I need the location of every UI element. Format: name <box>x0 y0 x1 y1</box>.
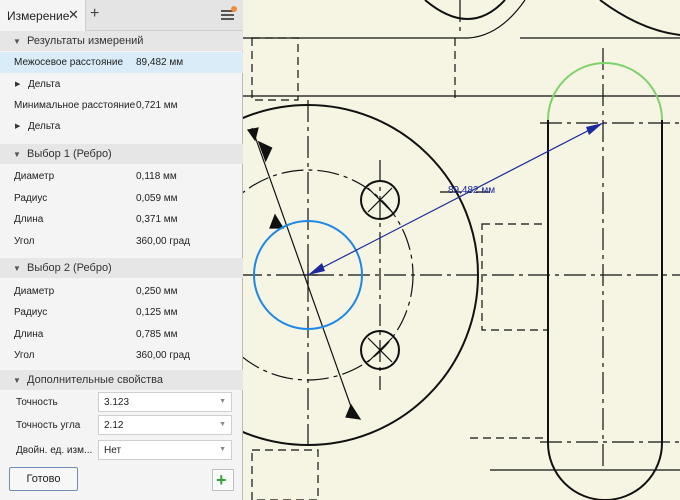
row-value: 0,371 мм <box>136 214 178 225</box>
sel1-row-angle[interactable]: Угол 360,00 град <box>0 231 243 252</box>
row-label: Радиус <box>14 193 48 204</box>
collapse-arrow-icon[interactable]: ▼ <box>13 37 21 46</box>
row-value: 0,125 мм <box>136 307 178 318</box>
close-icon[interactable]: ✕ <box>68 7 79 23</box>
section-selection-1[interactable]: ▼ Выбор 1 (Ребро) <box>0 144 243 164</box>
expand-arrow-icon[interactable]: ▶ <box>15 122 20 130</box>
section-results[interactable]: ▼ Результаты измерений <box>0 31 243 51</box>
section-selection-1-title: Выбор 1 (Ребро) <box>27 148 112 160</box>
row-value: 0,721 мм <box>136 100 178 111</box>
dual-units-select[interactable]: Нет ▼ <box>98 440 232 460</box>
prop-precision: Точность 3.123 ▼ <box>0 391 243 413</box>
precision-select[interactable]: 3.123 ▼ <box>98 392 232 412</box>
prop-label: Точность угла <box>16 420 81 431</box>
row-label: Длина <box>14 214 44 225</box>
row-value: 360,00 град <box>136 236 190 247</box>
section-extra-title: Дополнительные свойства <box>27 374 163 386</box>
notification-dot-icon <box>231 6 237 12</box>
collapse-arrow-icon[interactable]: ▼ <box>13 264 21 273</box>
row-label: Угол <box>14 350 35 361</box>
prop-label: Точность <box>16 397 58 408</box>
chevron-down-icon: ▼ <box>219 421 226 428</box>
row-delta-2[interactable]: ▶ Дельта <box>0 116 243 136</box>
section-results-title: Результаты измерений <box>27 35 144 47</box>
row-label: Радиус <box>14 307 48 318</box>
panel-tabbar: Измерение ✕ + <box>0 0 243 31</box>
slot-outline[interactable] <box>547 120 663 500</box>
expand-arrow-icon[interactable]: ▶ <box>15 80 20 88</box>
select-value: Нет <box>104 445 122 456</box>
add-tab-icon[interactable]: + <box>90 5 99 23</box>
row-min-distance[interactable]: Минимальное расстояние 0,721 мм <box>0 95 243 116</box>
prop-angle-precision: Точность угла 2.12 ▼ <box>0 414 243 436</box>
angle-precision-select[interactable]: 2.12 ▼ <box>98 415 232 435</box>
section-selection-2-title: Выбор 2 (Ребро) <box>27 262 112 274</box>
dimension-label: 89,482 мм <box>448 185 496 196</box>
done-button[interactable]: Готово <box>9 467 78 491</box>
sel2-row-radius[interactable]: Радиус 0,125 мм <box>0 302 243 323</box>
collapse-arrow-icon[interactable]: ▼ <box>13 150 21 159</box>
row-label: Угол <box>14 236 35 247</box>
sel1-row-length[interactable]: Длина 0,371 мм <box>0 209 243 230</box>
row-delta-1[interactable]: ▶ Дельта <box>0 74 243 94</box>
plus-icon: + <box>216 470 227 490</box>
prop-dual-units: Двойн. ед. изм... Нет ▼ <box>0 439 243 461</box>
row-value: 360,00 град <box>136 350 190 361</box>
row-value: 89,482 мм <box>136 57 184 68</box>
section-selection-2[interactable]: ▼ Выбор 2 (Ребро) <box>0 258 243 278</box>
tab-measure-label: Измерение <box>7 9 70 23</box>
row-label: Диаметр <box>14 286 55 297</box>
row-value: 0,250 мм <box>136 286 178 297</box>
prop-label: Двойн. ед. изм... <box>16 445 93 456</box>
top-right-edge[interactable] <box>599 0 680 36</box>
row-label: Длина <box>14 329 44 340</box>
sel1-row-radius[interactable]: Радиус 0,059 мм <box>0 188 243 209</box>
row-value: 0,059 мм <box>136 193 178 204</box>
row-value: 0,118 мм <box>136 171 177 182</box>
row-label: Дельта <box>28 121 61 132</box>
row-label: Дельта <box>28 79 61 90</box>
sel2-row-angle[interactable]: Угол 360,00 град <box>0 345 243 366</box>
add-measure-button[interactable]: + <box>212 469 234 491</box>
top-arc[interactable] <box>424 0 506 20</box>
row-label: Минимальное расстояние <box>14 100 136 111</box>
dimension-arrow-start <box>308 263 325 275</box>
dimension-arrow-end <box>586 123 603 135</box>
row-center-distance[interactable]: Межосевое расстояние 89,482 мм <box>0 52 243 73</box>
sel2-row-length[interactable]: Длина 0,785 мм <box>0 324 243 345</box>
row-label: Межосевое расстояние <box>14 57 124 68</box>
row-label: Диаметр <box>14 171 55 182</box>
collapse-arrow-icon[interactable]: ▼ <box>13 376 21 385</box>
select-value: 3.123 <box>104 397 130 408</box>
selected-arc[interactable] <box>547 62 663 121</box>
select-value: 2.12 <box>104 420 124 431</box>
tab-measure[interactable]: Измерение ✕ <box>0 0 86 31</box>
row-value: 0,785 мм <box>136 329 178 340</box>
chevron-down-icon: ▼ <box>219 446 226 453</box>
section-extra[interactable]: ▼ Дополнительные свойства <box>0 370 243 390</box>
chevron-down-icon: ▼ <box>219 398 226 405</box>
sel1-row-diameter[interactable]: Диаметр 0,118 мм <box>0 166 243 187</box>
sel2-row-diameter[interactable]: Диаметр 0,250 мм <box>0 281 243 302</box>
dimension-line <box>307 122 604 276</box>
measure-panel: Измерение ✕ + ▼ Результаты измерений Меж… <box>0 0 243 500</box>
